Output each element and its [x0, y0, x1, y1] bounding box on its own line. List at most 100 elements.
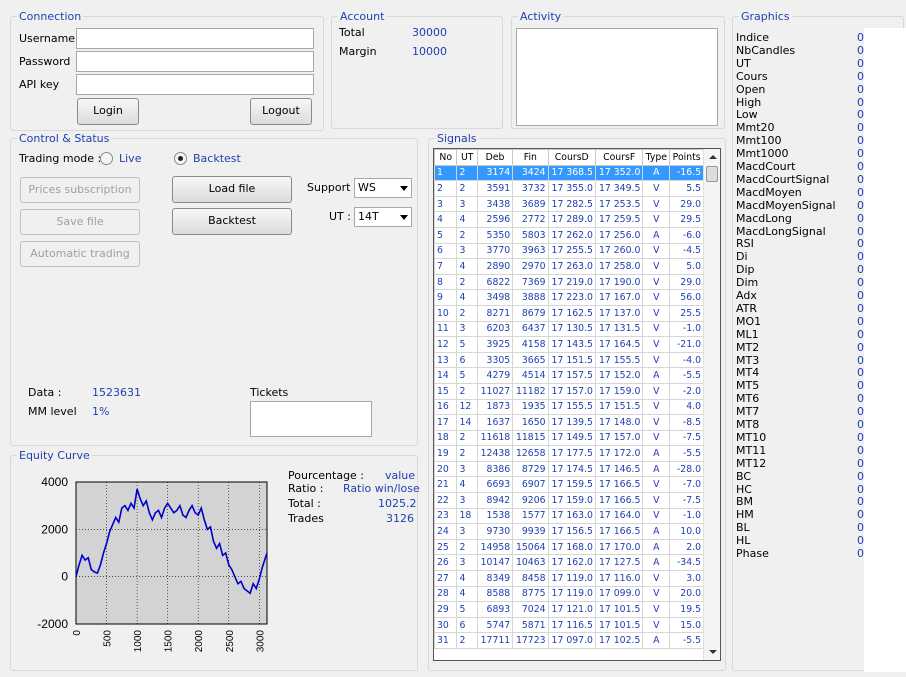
table-cell: 29.5 — [669, 211, 704, 228]
column-header[interactable]: Type — [642, 149, 671, 166]
table-cell: V — [642, 195, 671, 213]
table-row[interactable]: 4 4 2596 2772 17 289.0 17 259.5 V 29.5 — [434, 211, 704, 228]
table-row[interactable]: 1 2 3174 3424 17 368.5 17 352.0 A -16.5 — [434, 164, 704, 182]
vertical-scrollbar[interactable] — [703, 149, 720, 660]
table-row[interactable]: 24 3 9730 9939 17 156.5 17 166.5 A 10.0 — [434, 523, 704, 540]
save-file-button[interactable]: Save file — [20, 209, 140, 235]
x-tick-label: 1500 — [164, 630, 175, 653]
graphics-item-label: Indice — [736, 31, 770, 44]
table-row[interactable]: 30 6 5747 5871 17 116.5 17 101.5 V 15.0 — [434, 616, 704, 634]
table-row[interactable]: 18 2 11618 11815 17 149.5 17 157.0 V -7.5 — [434, 429, 704, 447]
table-row[interactable]: 21 4 6693 6907 17 159.5 17 166.5 V -7.0 — [434, 476, 704, 494]
table-row[interactable]: 8 2 6822 7369 17 219.0 17 190.0 V 29.0 — [434, 273, 704, 291]
ut-select[interactable]: 14T — [354, 207, 412, 227]
password-field[interactable] — [76, 51, 314, 72]
scroll-up-icon[interactable] — [709, 155, 717, 159]
table-row[interactable]: 29 5 6893 7024 17 121.0 17 101.5 V 19.5 — [434, 601, 704, 618]
table-row[interactable]: 23 18 1538 1577 17 163.0 17 164.0 V -1.0 — [434, 507, 704, 525]
graphics-item-label: Cours — [736, 69, 768, 83]
live-radio[interactable] — [100, 152, 113, 165]
column-header[interactable]: No — [434, 149, 458, 166]
graphics-item-label: MT6 — [736, 392, 760, 406]
graphics-item-label: HM — [736, 508, 754, 522]
table-row[interactable]: 26 3 10147 10463 17 162.0 17 127.5 A -34.5 — [434, 554, 704, 572]
data-value: 1523631 — [92, 386, 141, 399]
tickets-box[interactable] — [250, 401, 372, 437]
automatic-trading-button[interactable]: Automatic trading — [20, 241, 140, 267]
graphics-item-label: MT2 — [736, 340, 760, 354]
graphics-item-label: Mmt1000 — [736, 147, 789, 161]
table-row[interactable]: 3 3 3438 3689 17 282.5 17 253.5 V 29.0 — [434, 195, 704, 213]
graphics-item-value: 0 — [857, 237, 864, 251]
column-header[interactable]: CoursD — [547, 149, 596, 166]
live-label: Live — [119, 152, 142, 165]
table-row[interactable]: 5 2 5350 5803 17 262.0 17 256.0 A -6.0 — [434, 226, 704, 244]
graphics-item-label: MT11 — [736, 443, 767, 457]
table-cell: 3174 — [476, 164, 514, 182]
table-row[interactable]: 6 3 3770 3963 17 255.5 17 260.0 V -4.5 — [434, 242, 704, 260]
table-cell: -4.0 — [669, 351, 704, 369]
table-cell: 19 — [434, 445, 458, 462]
table-cell: -7.5 — [669, 492, 704, 509]
table-row[interactable]: 19 2 12438 12658 17 177.5 17 172.0 A -5.5 — [434, 445, 704, 462]
table-row[interactable]: 31 2 17711 17723 17 097.0 17 102.5 A -5.5 — [434, 632, 704, 649]
table-cell: V — [642, 507, 671, 525]
activity-log[interactable] — [516, 28, 718, 126]
column-header[interactable]: Fin — [512, 149, 549, 166]
table-cell: 17 289.0 — [547, 211, 596, 228]
username-field[interactable] — [76, 28, 314, 49]
table-cell: 2 — [456, 164, 478, 182]
table-cell: V — [642, 398, 671, 416]
graphics-item-value: 0 — [857, 547, 864, 560]
apikey-field[interactable] — [76, 74, 314, 95]
table-row[interactable]: 10 2 8271 8679 17 162.5 17 137.0 V 25.5 — [434, 304, 704, 322]
scroll-down-icon[interactable] — [709, 650, 717, 654]
backtest-radio[interactable] — [174, 152, 187, 165]
table-row[interactable]: 28 4 8588 8775 17 119.0 17 099.0 V 20.0 — [434, 585, 704, 603]
table-cell: 17 164.5 — [594, 336, 644, 353]
column-header[interactable]: Deb — [476, 149, 514, 166]
table-cell: 24 — [434, 523, 458, 540]
load-file-button[interactable]: Load file — [172, 176, 292, 203]
column-header[interactable]: UT — [456, 149, 478, 166]
backtest-button[interactable]: Backtest — [172, 208, 292, 235]
table-cell: 18 — [434, 429, 458, 447]
table-row[interactable]: 12 5 3925 4158 17 143.5 17 164.5 V -21.0 — [434, 336, 704, 353]
prices-subscription-button[interactable]: Prices subscription — [20, 177, 140, 203]
graphics-item-value: 0 — [857, 121, 864, 135]
scroll-thumb[interactable] — [706, 166, 718, 182]
trades-value: 3126 — [386, 512, 414, 525]
login-button[interactable]: Login — [77, 98, 139, 125]
table-row[interactable]: 13 6 3305 3665 17 151.5 17 155.5 V -4.0 — [434, 351, 704, 369]
table-row[interactable]: 17 14 1637 1650 17 139.5 17 148.0 V -8.5 — [434, 414, 704, 431]
table-cell: V — [642, 492, 671, 509]
ratio-value: Ratio win/lose — [343, 482, 420, 495]
signals-grid[interactable]: No UT Deb Fin CoursD CoursF Type Points 1 2 3174 3… — [433, 148, 721, 661]
graphics-scroll-area[interactable] — [864, 28, 906, 672]
table-row[interactable]: 20 3 8386 8729 17 174.5 17 146.5 A -28.0 — [434, 460, 704, 478]
table-row[interactable]: 25 2 14958 15064 17 168.0 17 170.0 A 2.0 — [434, 538, 704, 556]
table-row[interactable]: 15 2 11027 11182 17 157.0 17 159.0 V -2.0 — [434, 382, 704, 400]
graphics-item-value: 0 — [857, 224, 864, 238]
table-cell: 12 — [434, 336, 458, 353]
table-row[interactable]: 27 4 8349 8458 17 119.0 17 116.0 V 3.0 — [434, 570, 704, 587]
table-row[interactable]: 16 12 1873 1935 17 155.5 17 151.5 V 4.0 — [434, 398, 704, 416]
table-cell: 17 256.0 — [594, 226, 644, 244]
column-header[interactable]: Points — [669, 149, 704, 166]
table-cell: 17 162.5 — [547, 304, 596, 322]
y-tick-label: 0 — [61, 570, 68, 584]
table-row[interactable]: 9 4 3498 3888 17 223.0 17 167.0 V 56.0 — [434, 289, 704, 306]
table-cell: 17 116.0 — [594, 570, 644, 587]
table-cell: 4514 — [512, 367, 549, 384]
logout-button[interactable]: Logout — [250, 98, 312, 125]
table-row[interactable]: 7 4 2890 2970 17 263.0 17 258.0 V 5.0 — [434, 258, 704, 275]
table-row[interactable]: 22 3 8942 9206 17 159.0 17 166.5 V -7.5 — [434, 492, 704, 509]
graphics-item-label: RSI — [736, 237, 754, 251]
support-label: Support : — [307, 181, 358, 194]
table-row[interactable]: 11 3 6203 6437 17 130.5 17 131.5 V -1.0 — [434, 320, 704, 338]
table-row[interactable]: 14 5 4279 4514 17 157.5 17 152.0 A -5.5 — [434, 367, 704, 384]
support-select[interactable]: WS — [354, 178, 412, 198]
column-header[interactable]: CoursF — [594, 149, 644, 166]
table-row[interactable]: 2 2 3591 3732 17 355.0 17 349.5 V 5.5 — [434, 180, 704, 197]
graphics-item-label: MacdCourtSignal — [736, 172, 830, 186]
